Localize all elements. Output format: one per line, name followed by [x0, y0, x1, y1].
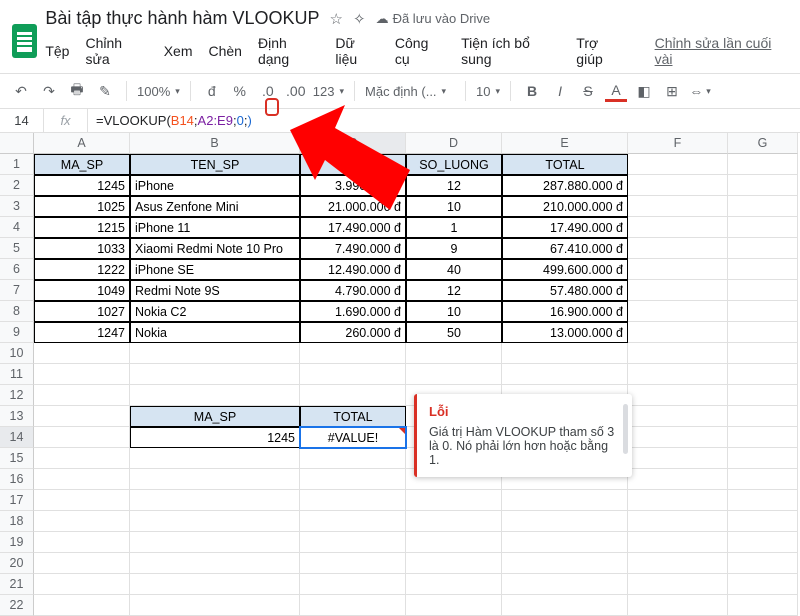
row-header[interactable]: 12	[0, 385, 34, 406]
menu-file[interactable]: Tệp	[45, 43, 69, 59]
lookup-header[interactable]: MA_SP	[130, 406, 300, 427]
font-size[interactable]: 10	[476, 84, 500, 99]
lookup-header[interactable]: TOTAL	[300, 406, 406, 427]
row-header[interactable]: 2	[0, 175, 34, 196]
row-header[interactable]: 7	[0, 280, 34, 301]
redo-icon[interactable]: ↷	[38, 80, 60, 102]
col-header[interactable]: E	[502, 133, 628, 154]
table-header[interactable]: GIA	[300, 154, 406, 175]
menu-view[interactable]: Xem	[164, 43, 193, 59]
format-currency[interactable]: đ	[201, 80, 223, 102]
menu-tools[interactable]: Công cụ	[395, 35, 445, 67]
sheets-logo-icon[interactable]	[12, 24, 37, 58]
fill-color-icon[interactable]: ◧	[633, 80, 655, 102]
col-header[interactable]: C	[300, 133, 406, 154]
italic-icon[interactable]: I	[549, 80, 571, 102]
name-box[interactable]: 14	[0, 109, 44, 132]
select-all-corner[interactable]	[0, 133, 34, 154]
cell[interactable]: iPhone	[130, 175, 300, 196]
row-header[interactable]: 8	[0, 301, 34, 322]
format-percent[interactable]: %	[229, 80, 251, 102]
toolbar: ↶ ↷ 🖶 ✎ 100% đ % .0 .00 123 Mặc định (..…	[0, 73, 800, 109]
bold-icon[interactable]: B	[521, 80, 543, 102]
text-color-icon[interactable]: A	[605, 80, 627, 102]
row-header[interactable]: 6	[0, 259, 34, 280]
row-header[interactable]: 9	[0, 322, 34, 343]
cloud-saved-icon: ☁	[376, 11, 389, 27]
zoom-select[interactable]: 100%	[137, 84, 180, 99]
saved-status: Đã lưu vào Drive	[393, 11, 491, 26]
row-header[interactable]: 1	[0, 154, 34, 175]
cell[interactable]: 287.880.000 đ	[502, 175, 628, 196]
fx-icon: fx	[44, 109, 88, 132]
menu-addons[interactable]: Tiện ích bổ sung	[461, 35, 560, 67]
col-header[interactable]: G	[728, 133, 798, 154]
font-select[interactable]: Mặc định (...	[365, 84, 455, 99]
menu-data[interactable]: Dữ liệu	[335, 35, 378, 67]
menu-edit[interactable]: Chỉnh sửa	[85, 35, 147, 67]
decrease-decimal[interactable]: .0	[257, 80, 279, 102]
table-header[interactable]: SO_LUONG	[406, 154, 502, 175]
col-header[interactable]: A	[34, 133, 130, 154]
tooltip-body: Giá trị Hàm VLOOKUP tham số 3 là 0. Nó p…	[429, 425, 620, 467]
undo-icon[interactable]: ↶	[10, 80, 32, 102]
table-header[interactable]: TEN_SP	[130, 154, 300, 175]
col-header[interactable]: F	[628, 133, 728, 154]
row-header[interactable]: 14	[0, 427, 34, 448]
menu-bar: Tệp Chỉnh sửa Xem Chèn Định dạng Dữ liệu…	[45, 29, 788, 73]
strike-icon[interactable]: S	[577, 80, 599, 102]
table-header[interactable]: MA_SP	[34, 154, 130, 175]
row-header[interactable]: 10	[0, 343, 34, 364]
menu-format[interactable]: Định dạng	[258, 35, 319, 67]
spreadsheet-grid[interactable]: A B C D E F G 1 MA_SP TEN_SP GIA SO_LUON…	[0, 133, 800, 616]
menu-insert[interactable]: Chèn	[209, 43, 242, 59]
row-header[interactable]: 11	[0, 364, 34, 385]
table-header[interactable]: TOTAL	[502, 154, 628, 175]
formula-bar[interactable]: =VLOOKUP(B14;A2:E9;0;)	[88, 113, 800, 128]
borders-icon[interactable]: ⊞	[661, 80, 683, 102]
cell[interactable]: 3.990.000 đ	[300, 175, 406, 196]
doc-title[interactable]: Bài tập thực hành hàm VLOOKUP	[45, 8, 319, 29]
row-header[interactable]: 4	[0, 217, 34, 238]
col-header[interactable]: D	[406, 133, 502, 154]
tooltip-title: Lỗi	[429, 404, 620, 419]
error-cell[interactable]: #VALUE!	[300, 427, 406, 448]
last-edit-link[interactable]: Chỉnh sửa lần cuối vài	[655, 35, 788, 67]
cell[interactable]: 12	[406, 175, 502, 196]
menu-help[interactable]: Trợ giúp	[576, 35, 626, 67]
increase-decimal[interactable]: .00	[285, 80, 307, 102]
more-formats[interactable]: 123	[313, 84, 344, 99]
lookup-value[interactable]: 1245	[130, 427, 300, 448]
cell[interactable]: 1245	[34, 175, 130, 196]
paint-format-icon[interactable]: ✎	[94, 80, 116, 102]
row-header[interactable]: 5	[0, 238, 34, 259]
move-icon[interactable]: ✧	[353, 10, 366, 28]
merge-icon[interactable]: ⇔	[689, 80, 711, 102]
error-tooltip: Lỗi Giá trị Hàm VLOOKUP tham số 3 là 0. …	[414, 394, 632, 477]
tooltip-scrollbar[interactable]	[623, 404, 628, 454]
print-icon[interactable]: 🖶	[66, 80, 88, 102]
row-header[interactable]: 3	[0, 196, 34, 217]
row-header[interactable]: 13	[0, 406, 34, 427]
star-icon[interactable]: ☆	[330, 10, 343, 28]
col-header[interactable]: B	[130, 133, 300, 154]
